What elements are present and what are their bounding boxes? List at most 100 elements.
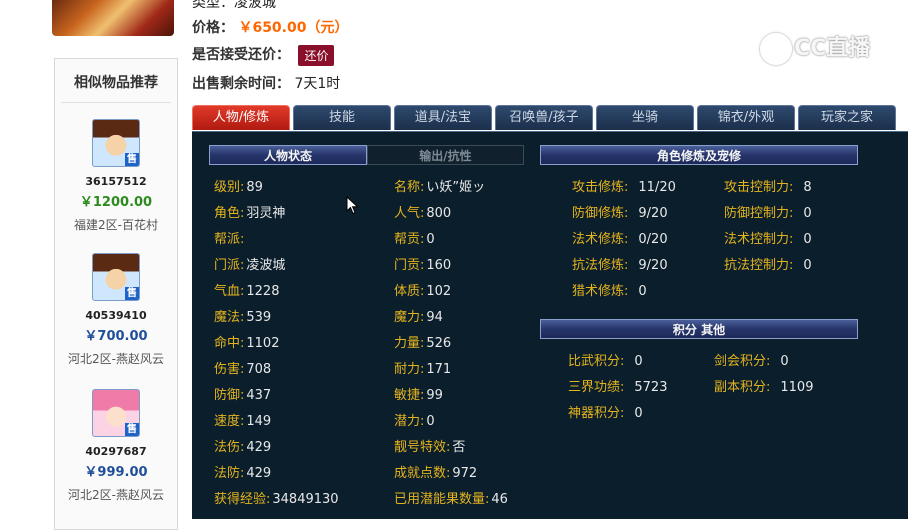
stat-label: 获得经验: bbox=[214, 492, 271, 507]
stat-row: 敏捷: 99 bbox=[394, 384, 443, 403]
stat-label: 门贡: bbox=[394, 258, 425, 273]
stat-value: 1109 bbox=[780, 380, 814, 395]
stat-row: 抗法修炼: 9/20 bbox=[572, 254, 668, 273]
stat-label: 人气: bbox=[394, 206, 425, 221]
stat-value: 0 bbox=[803, 232, 812, 247]
points-header: 积分 其他 bbox=[540, 319, 858, 339]
stat-value: 539 bbox=[246, 310, 272, 325]
similar-items-title: 相似物品推荐 bbox=[61, 59, 171, 103]
stat-row: 级别: 89 bbox=[214, 176, 263, 195]
item-price: ￥700.00 bbox=[84, 329, 148, 344]
stat-value: 1228 bbox=[246, 284, 280, 299]
stat-label: 比武积分: bbox=[568, 354, 625, 369]
type-text: 类型：凌波城 bbox=[192, 0, 276, 11]
stat-value: 437 bbox=[246, 388, 272, 403]
stat-row: 名称: い妖”姬ッ bbox=[394, 176, 485, 195]
stat-label: 速度: bbox=[214, 414, 245, 429]
stat-label: 攻击修炼: bbox=[572, 180, 629, 195]
stat-label: 三界功绩: bbox=[568, 380, 625, 395]
stat-value: 34849130 bbox=[272, 492, 339, 507]
stat-row: 三界功绩: 5723 bbox=[568, 376, 667, 395]
similar-items-panel: 相似物品推荐 售 36157512 ￥1200.00 福建2区-百花村 售 40… bbox=[54, 58, 178, 530]
stat-value: 0 bbox=[638, 284, 647, 299]
mouse-cursor-icon bbox=[346, 195, 360, 220]
stat-label: 命中: bbox=[214, 336, 245, 351]
item-avatar[interactable]: 售 bbox=[92, 389, 140, 437]
stat-row: 帮派: bbox=[214, 228, 246, 247]
stat-label: 气血: bbox=[214, 284, 245, 299]
stat-row: 成就点数: 972 bbox=[394, 462, 477, 481]
stat-value: 526 bbox=[426, 336, 452, 351]
stat-row: 抗法控制力: 0 bbox=[724, 254, 812, 273]
tab-mounts[interactable]: 坐骑 bbox=[596, 105, 694, 130]
stat-row: 已用潜能果数量: 46 bbox=[394, 488, 508, 507]
stat-row: 人气: 800 bbox=[394, 202, 451, 221]
stat-label: 体质: bbox=[394, 284, 425, 299]
stat-value: 0 bbox=[426, 414, 435, 429]
cc-logo-icon bbox=[760, 33, 792, 65]
stat-row: 门贡: 160 bbox=[394, 254, 451, 273]
stat-row: 体质: 102 bbox=[394, 280, 451, 299]
stat-value: 11/20 bbox=[638, 180, 676, 195]
stat-row: 剑会积分: 0 bbox=[714, 350, 789, 369]
stat-value: 0 bbox=[803, 258, 812, 273]
stat-row: 副本积分: 1109 bbox=[714, 376, 813, 395]
stat-row: 防御修炼: 9/20 bbox=[572, 202, 668, 221]
stat-label: 防御: bbox=[214, 388, 245, 403]
similar-item[interactable]: 售 36157512 ￥1200.00 福建2区-百花村 bbox=[55, 119, 177, 233]
item-price: ￥1200.00 bbox=[79, 195, 153, 210]
stat-row: 耐力: 171 bbox=[394, 358, 451, 377]
item-id: 40297687 bbox=[85, 445, 147, 458]
stat-row: 法防: 429 bbox=[214, 462, 271, 481]
tab-pets[interactable]: 召唤兽/孩子 bbox=[495, 105, 593, 130]
stat-row: 气血: 1228 bbox=[214, 280, 279, 299]
tab-home[interactable]: 玩家之家 bbox=[798, 105, 896, 130]
stat-label: 防御控制力: bbox=[724, 206, 794, 221]
stat-row: 攻击修炼: 11/20 bbox=[572, 176, 676, 195]
tab-items[interactable]: 道具/法宝 bbox=[394, 105, 492, 130]
stat-label: 力量: bbox=[394, 336, 425, 351]
stat-row: 获得经验: 34849130 bbox=[214, 488, 339, 507]
stat-row: 法术控制力: 0 bbox=[724, 228, 812, 247]
stat-row: 角色: 羽灵神 bbox=[214, 202, 285, 221]
stat-row: 潜力: 0 bbox=[394, 410, 435, 429]
sell-badge: 售 bbox=[125, 153, 139, 166]
stat-label: 魔法: bbox=[214, 310, 245, 325]
stat-value: 凌波城 bbox=[246, 258, 286, 273]
tab-character[interactable]: 人物/修炼 bbox=[192, 105, 290, 130]
bargain-label: 是否接受还价： bbox=[192, 47, 290, 63]
stat-row: 猎术修炼: 0 bbox=[572, 280, 647, 299]
stat-value: 否 bbox=[452, 440, 466, 455]
item-price: ￥999.00 bbox=[84, 465, 148, 480]
stat-value: 9/20 bbox=[638, 258, 668, 273]
subtab-output[interactable]: 输出/抗性 bbox=[367, 145, 524, 165]
item-server: 河北2区-燕赵风云 bbox=[68, 352, 164, 366]
stat-value: 102 bbox=[426, 284, 452, 299]
similar-item[interactable]: 售 40539410 ￥700.00 河北2区-燕赵风云 bbox=[55, 253, 177, 367]
stat-label: 猎术修炼: bbox=[572, 284, 629, 299]
stat-label: 成就点数: bbox=[394, 466, 451, 481]
bargain-button[interactable]: 还价 bbox=[298, 44, 335, 66]
tab-skills[interactable]: 技能 bbox=[293, 105, 391, 130]
stat-row: 攻击控制力: 8 bbox=[724, 176, 812, 195]
stat-label: 副本积分: bbox=[714, 380, 771, 395]
stat-row: 魔法: 539 bbox=[214, 306, 271, 325]
item-server: 福建2区-百花村 bbox=[74, 218, 158, 232]
item-id: 40539410 bbox=[85, 309, 147, 322]
stat-value: 0 bbox=[634, 354, 643, 369]
stat-label: 帮贡: bbox=[394, 232, 425, 247]
stat-row: 神器积分: 0 bbox=[568, 402, 643, 421]
watermark-text: CC直播 bbox=[794, 36, 871, 61]
stat-value: 5723 bbox=[634, 380, 668, 395]
stat-label: 名称: bbox=[394, 180, 425, 195]
remaining-value: 7天1时 bbox=[294, 76, 341, 92]
tab-outfits[interactable]: 锦衣/外观 bbox=[697, 105, 795, 130]
item-avatar[interactable]: 售 bbox=[92, 119, 140, 167]
similar-item[interactable]: 售 40297687 ￥999.00 河北2区-燕赵风云 bbox=[55, 389, 177, 503]
stat-value: 1102 bbox=[246, 336, 280, 351]
subtab-status[interactable]: 人物状态 bbox=[209, 145, 367, 165]
stat-value: 160 bbox=[426, 258, 452, 273]
item-avatar[interactable]: 售 bbox=[92, 253, 140, 301]
stat-label: 门派: bbox=[214, 258, 245, 273]
stat-label: 魔力: bbox=[394, 310, 425, 325]
